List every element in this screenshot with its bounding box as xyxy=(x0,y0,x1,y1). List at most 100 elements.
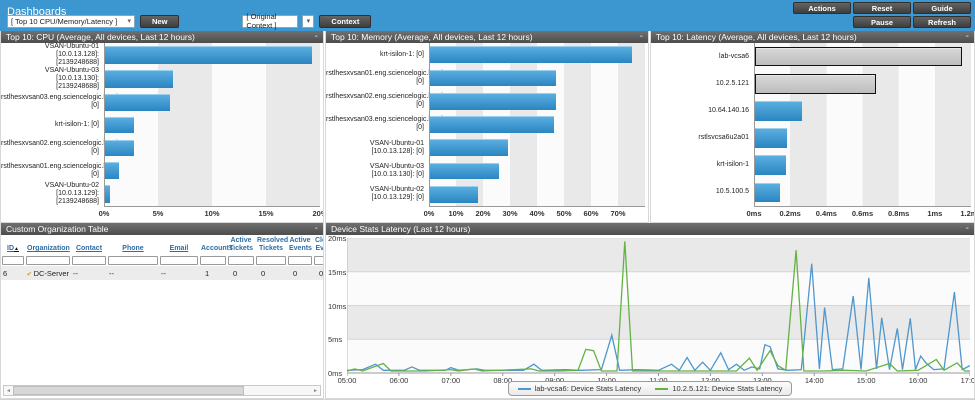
column-header-cleared-events[interactable]: Cleared Events xyxy=(313,235,323,254)
chart-legend: lab-vcsa6: Device Stats Latency 10.2.5.12… xyxy=(508,381,793,396)
bar-track xyxy=(429,90,645,113)
bar[interactable] xyxy=(755,74,876,94)
filter-input-organization[interactable] xyxy=(26,256,70,265)
collapse-icon[interactable]: - xyxy=(966,225,969,233)
guide-button[interactable]: Guide xyxy=(913,2,971,14)
column-header-organization[interactable]: Organization xyxy=(25,235,71,254)
context-select[interactable]: [ Original Context ] xyxy=(242,15,298,28)
table-cell: 1 xyxy=(199,266,227,280)
bar-track xyxy=(104,91,320,114)
pause-button[interactable]: Pause xyxy=(853,16,911,28)
scroll-left-icon[interactable]: ◄ xyxy=(4,386,13,395)
x-tick-label: 30% xyxy=(502,209,517,218)
filter-input-contact[interactable] xyxy=(72,256,106,265)
column-header-email[interactable]: Email xyxy=(159,235,199,254)
column-header-phone[interactable]: Phone xyxy=(107,235,159,254)
latency-panel-title: Top 10: Latency (Average, All devices, L… xyxy=(656,32,857,42)
cpu-bar-chart: VSAN-Ubuntu-01 [10.0.13.128]:[2139248688… xyxy=(1,43,323,221)
bar-label: rstlhesxvsan02.eng.sciencelogic.local:[0… xyxy=(1,140,104,156)
bar[interactable] xyxy=(105,162,119,178)
column-header-id[interactable]: ID▲ xyxy=(1,235,25,254)
bar-row: 10.64.140.16 xyxy=(651,97,974,124)
bar[interactable] xyxy=(755,47,962,67)
bar[interactable] xyxy=(430,93,556,110)
collapse-icon[interactable]: - xyxy=(966,33,969,41)
context-select-arrow[interactable]: ▾ xyxy=(302,15,314,28)
column-header-contact[interactable]: Contact xyxy=(71,235,107,254)
bar[interactable] xyxy=(430,186,478,203)
bar[interactable] xyxy=(755,128,787,148)
device-latency-title: Device Stats Latency (Last 12 hours) xyxy=(331,224,470,234)
x-tick-label: 0.2ms xyxy=(780,209,801,218)
bar-track xyxy=(429,159,645,182)
legend-item[interactable]: lab-vcsa6: Device Stats Latency xyxy=(518,384,642,393)
bar[interactable] xyxy=(430,70,556,87)
bar[interactable] xyxy=(105,117,134,133)
collapse-icon[interactable]: - xyxy=(315,225,318,233)
bar-label: 10.5.100.5 xyxy=(651,188,754,196)
bar-track xyxy=(754,43,971,70)
chevron-down-icon: ▾ xyxy=(307,17,311,25)
bar[interactable] xyxy=(105,185,110,202)
bar[interactable] xyxy=(755,183,780,203)
bar-label: lab-vcsa6 xyxy=(651,53,754,61)
device-latency-chart: 0ms5ms10ms15ms20ms05:0006:0007:0008:0009… xyxy=(326,235,974,398)
y-tick-label: 10ms xyxy=(328,302,346,311)
bar-track xyxy=(104,43,320,67)
org-table-panel: Custom Organization Table - ID▲Organizat… xyxy=(0,223,324,399)
table-cell: -- xyxy=(71,266,107,280)
column-header-accounts[interactable]: Accounts xyxy=(199,235,227,254)
bar[interactable] xyxy=(105,140,134,156)
new-button[interactable]: New xyxy=(140,15,179,28)
bar[interactable] xyxy=(430,163,499,180)
column-header-active-events[interactable]: Active Events xyxy=(287,235,313,254)
filter-input-accounts[interactable] xyxy=(200,256,226,265)
bar-row: rstlhesxvsan02.eng.sciencelogic.local:[0… xyxy=(326,90,648,113)
bar[interactable] xyxy=(430,139,508,156)
scroll-right-icon[interactable]: ► xyxy=(311,386,320,395)
x-axis: 0%5%10%15%20% xyxy=(104,206,320,221)
x-tick-label: 0.4ms xyxy=(816,209,837,218)
org-table: ID▲OrganizationContactPhoneEmailAccounts… xyxy=(1,235,323,383)
bar[interactable] xyxy=(430,116,554,133)
filter-input-id[interactable] xyxy=(2,256,24,265)
bar[interactable] xyxy=(105,46,312,63)
legend-item[interactable]: 10.2.5.121: Device Stats Latency xyxy=(655,384,782,393)
organization-cell[interactable]: DC-Server xyxy=(25,266,71,280)
bar[interactable] xyxy=(755,101,802,121)
bar-track xyxy=(104,137,320,160)
filter-input-resolved-tickets[interactable] xyxy=(256,256,286,265)
x-tick-label: 0ms xyxy=(746,209,761,218)
bar[interactable] xyxy=(105,94,170,110)
context-button[interactable]: Context xyxy=(319,15,371,28)
bar-row: VSAN-Ubuntu-02 [10.0.13.129]: [0] xyxy=(326,183,648,206)
column-header-resolved-tickets[interactable]: Resolved Tickets xyxy=(255,235,287,254)
refresh-button[interactable]: Refresh xyxy=(913,16,971,28)
collapse-icon[interactable]: - xyxy=(640,33,643,41)
column-header-active-tickets[interactable]: Active Tickets xyxy=(227,235,255,254)
bar[interactable] xyxy=(105,70,173,87)
x-tick-label: 50% xyxy=(556,209,571,218)
table-horizontal-scrollbar[interactable]: ◄ ► xyxy=(3,385,321,396)
actions-button[interactable]: Actions xyxy=(793,2,851,14)
reset-button[interactable]: Reset xyxy=(853,2,911,14)
bar[interactable] xyxy=(755,155,786,175)
x-tick-label: 0% xyxy=(99,209,110,218)
filter-input-active-tickets[interactable] xyxy=(228,256,254,265)
collapse-icon[interactable]: - xyxy=(315,33,318,41)
legend-swatch-icon xyxy=(655,388,668,390)
dashboard-select[interactable]: [ Top 10 CPU/Memory/Latency ] ▾ xyxy=(7,15,135,28)
bar-label: krt-isilon-1: [0] xyxy=(326,51,429,59)
bar[interactable] xyxy=(430,46,632,63)
table-cell: 0 xyxy=(227,266,255,280)
filter-input-phone[interactable] xyxy=(108,256,158,265)
top-panel-row: Top 10: CPU (Average, All devices, Last … xyxy=(0,31,975,223)
filter-input-cleared-events[interactable] xyxy=(314,256,323,265)
bar-track xyxy=(429,66,645,89)
scrollbar-thumb[interactable] xyxy=(13,386,244,395)
filter-input-email[interactable] xyxy=(160,256,198,265)
bar-row: krt-isilon-1 xyxy=(651,152,974,179)
filter-input-active-events[interactable] xyxy=(288,256,312,265)
bar-row: rstlhesxvsan03.eng.sciencelogic.local:[0… xyxy=(1,91,323,114)
latency-bar-chart: lab-vcsa610.2.5.12110.64.140.16rstlsvcsa… xyxy=(651,43,974,221)
